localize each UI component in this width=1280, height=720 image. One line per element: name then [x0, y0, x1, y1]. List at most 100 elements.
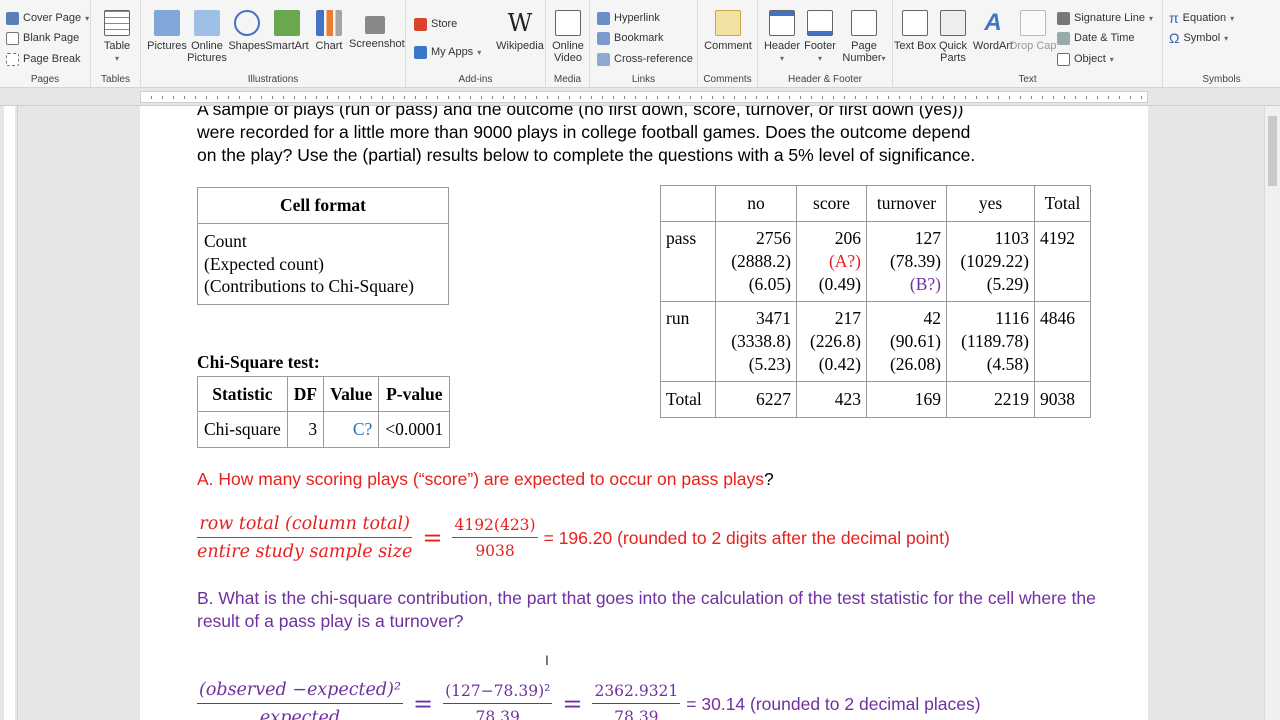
chart-icon: [316, 10, 342, 36]
contingency-table: no score turnover yes Total pass 2756 (28…: [660, 185, 1091, 418]
group-text: Text Box Quick Parts A WordArt Drop Cap S…: [893, 0, 1163, 88]
date-time-icon: [1057, 31, 1070, 45]
drop-cap-icon: [1020, 10, 1046, 36]
vertical-ruler[interactable]: [0, 106, 18, 720]
cell-format-title: Cell format: [197, 187, 449, 224]
header-turnover: turnover: [866, 185, 947, 222]
signature-line-icon: [1057, 11, 1070, 25]
placeholder-a: (A?): [828, 251, 861, 271]
page-number-button[interactable]: Page Number▾: [836, 8, 892, 70]
object-button[interactable]: Object ▾: [1057, 50, 1114, 68]
table-button[interactable]: Table ▾: [91, 8, 143, 70]
cross-reference-button[interactable]: Cross-reference: [597, 50, 693, 68]
shapes-icon: [234, 10, 260, 36]
page-break-button[interactable]: Page Break: [6, 50, 80, 68]
formula-b-general: (observed −expected)² expected: [197, 680, 403, 720]
comment-icon: [715, 10, 741, 36]
total-yes: 2219: [946, 381, 1035, 418]
group-tables: Table ▾ Tables: [91, 0, 141, 88]
hyperlink-button[interactable]: Hyperlink: [597, 9, 660, 27]
placeholder-c: C?: [323, 411, 380, 448]
cell-run-score: 217 (226.8) (0.42): [796, 301, 867, 382]
ribbon: Cover Page ▾ Blank Page Page Break Pages …: [0, 0, 1280, 88]
my-apps-button[interactable]: My Apps ▾: [414, 43, 481, 61]
question-a: A. How many scoring plays (“score”) are …: [197, 469, 774, 489]
formula-a-general: row total (column total) entire study sam…: [197, 514, 413, 562]
row-label-total: Total: [660, 381, 716, 418]
formula-b-calc2: 2362.9321 78.39: [592, 682, 681, 720]
store-button[interactable]: Store: [414, 15, 457, 33]
header-no: no: [715, 185, 797, 222]
total-no: 6227: [715, 381, 797, 418]
my-apps-icon: [414, 45, 427, 59]
blank-page-button[interactable]: Blank Page: [6, 29, 79, 47]
group-label-comments: Comments: [703, 74, 752, 85]
cell-pass-turnover: 127 (78.39) (B?): [866, 221, 947, 302]
footer-icon: [807, 10, 833, 36]
hyperlink-icon: [597, 11, 610, 25]
screenshot-icon: [365, 16, 385, 34]
wordart-icon: A: [984, 9, 1002, 36]
online-pictures-icon: [194, 10, 220, 36]
horizontal-ruler[interactable]: [0, 88, 1280, 106]
date-time-button[interactable]: Date & Time: [1057, 29, 1135, 47]
symbol-button[interactable]: Ω Symbol ▾: [1169, 29, 1228, 47]
cell-run-total: 4846: [1034, 301, 1091, 382]
header-df: DF: [286, 376, 325, 412]
header-icon: [769, 10, 795, 36]
vertical-scrollbar[interactable]: [1264, 106, 1280, 720]
online-video-icon: [555, 10, 581, 36]
group-illustrations: Pictures Online Pictures Shapes SmartArt…: [141, 0, 406, 88]
header-score: score: [796, 185, 867, 222]
formula-a: row total (column total) entire study sam…: [197, 514, 950, 562]
comment-button[interactable]: Comment: [702, 8, 754, 70]
chi-square-title: Chi-Square test:: [197, 352, 320, 372]
total-score: 423: [796, 381, 867, 418]
group-header-footer: Header ▾ Footer ▾ Page Number▾ Header & Fo…: [758, 0, 893, 88]
wikipedia-button[interactable]: W Wikipedia: [494, 8, 546, 70]
group-label-media: Media: [553, 74, 582, 85]
screenshot-button[interactable]: Screenshot: [349, 8, 405, 70]
group-symbols: π Equation ▾ Ω Symbol ▾ Symbols: [1163, 0, 1280, 88]
text-box-icon: [902, 10, 928, 36]
bookmark-button[interactable]: Bookmark: [597, 29, 664, 47]
object-icon: [1057, 52, 1070, 66]
chi-square-table: Statistic DF Value P-value Chi-square 3 …: [197, 376, 451, 448]
corner-cell: [660, 185, 716, 222]
drop-cap-button[interactable]: Drop Cap: [1007, 8, 1059, 70]
cell-run-turnover: 42 (90.61) (26.08): [866, 301, 947, 382]
cell-run-no: 3471 (3338.8) (5.23): [715, 301, 797, 382]
group-media: Online Video Media: [546, 0, 590, 88]
cell-pass-score: 206 (A?) (0.49): [796, 221, 867, 302]
formula-b-calc: (127−78.39)² 78.39: [443, 682, 553, 720]
cell-run-yes: 1116 (1189.78) (4.58): [946, 301, 1035, 382]
header-statistic: Statistic: [197, 376, 288, 412]
online-video-button[interactable]: Online Video: [542, 8, 594, 70]
table-row: Chi-square 3 C? <0.0001: [197, 411, 451, 448]
cross-reference-icon: [597, 52, 610, 66]
group-label-illustrations: Illustrations: [247, 74, 299, 85]
equation-button[interactable]: π Equation ▾: [1169, 9, 1234, 27]
signature-line-button[interactable]: Signature Line ▾: [1057, 9, 1153, 27]
cell-pass-no: 2756 (2888.2) (6.05): [715, 221, 797, 302]
cell-format-legend: Count (Expected count) (Contributions to…: [197, 223, 449, 305]
table-row-totals: Total 6227 423 169 2219 9038: [660, 381, 1091, 418]
header-total: Total: [1034, 185, 1091, 222]
total-turnover: 169: [866, 381, 947, 418]
intro-paragraph: A sample of plays (run or pass) and the …: [197, 106, 976, 165]
group-label-tables: Tables: [101, 74, 130, 85]
row-label-run: run: [660, 301, 716, 382]
omega-icon: Ω: [1169, 30, 1180, 46]
chart-button[interactable]: Chart: [303, 8, 355, 70]
document-page[interactable]: A sample of plays (run or pass) and the …: [140, 106, 1148, 720]
scrollbar-thumb[interactable]: [1268, 116, 1277, 186]
grand-total: 9038: [1034, 381, 1091, 418]
cover-page-button[interactable]: Cover Page ▾: [6, 9, 89, 27]
question-b: B. What is the chi-square contribution, …: [197, 588, 1096, 631]
df-cell: 3: [286, 411, 325, 448]
group-label-header-footer: Header & Footer: [788, 74, 862, 85]
cover-page-icon: [6, 11, 19, 25]
formula-b-result: = 30.14 (rounded to 2 decimal places): [686, 693, 981, 714]
p-value-cell: <0.0001: [378, 411, 451, 448]
page-number-icon: [851, 10, 877, 36]
